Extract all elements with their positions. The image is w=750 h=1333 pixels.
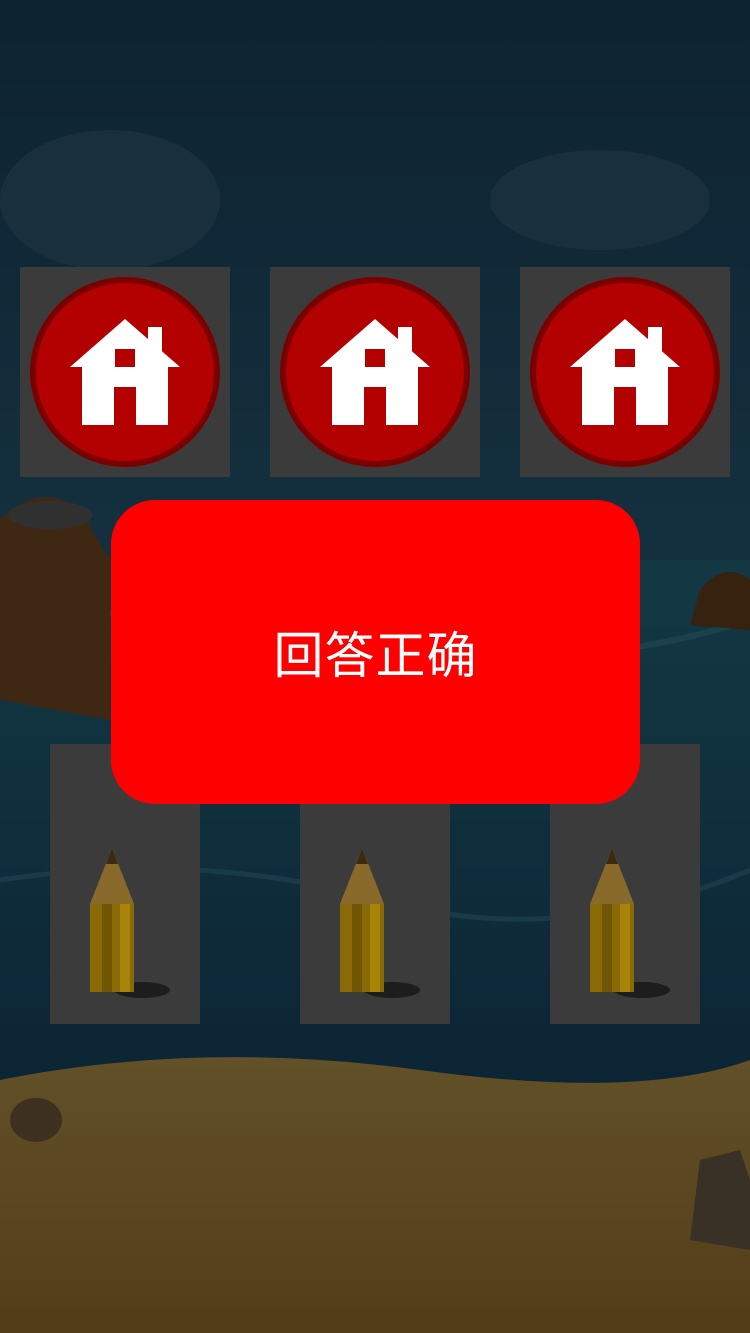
game-screen: 回答正确 [0, 0, 750, 1333]
result-popup: 回答正确 [111, 500, 640, 804]
home-icon [280, 277, 470, 467]
home-card-2[interactable] [270, 267, 480, 477]
home-icon [530, 277, 720, 467]
result-message: 回答正确 [273, 627, 478, 685]
home-icon [30, 277, 220, 467]
home-card-3[interactable] [520, 267, 730, 477]
home-card-1[interactable] [20, 267, 230, 477]
